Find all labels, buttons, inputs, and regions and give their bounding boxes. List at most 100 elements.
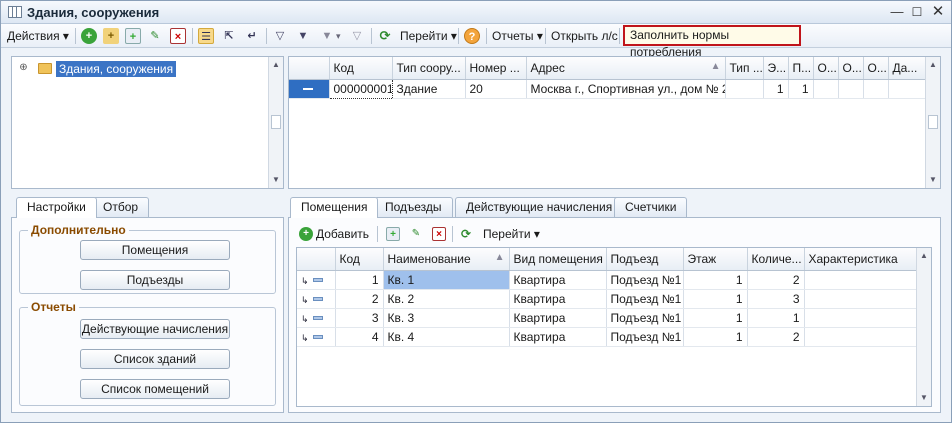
tab-settings[interactable]: Настройки bbox=[16, 197, 97, 218]
refresh-icon[interactable]: ⟳ bbox=[459, 227, 473, 241]
cell-code[interactable]: 2 bbox=[335, 289, 384, 309]
cell-count[interactable]: 1 bbox=[747, 308, 805, 328]
cell-empty[interactable] bbox=[813, 79, 839, 99]
scroll-up-arrow[interactable]: ▲ bbox=[917, 249, 931, 263]
fill-consumption-norms-button[interactable]: Заполнить нормы потребления bbox=[623, 25, 801, 59]
cell-count[interactable]: 3 bbox=[747, 289, 805, 309]
row-marker[interactable]: ↳ bbox=[297, 327, 336, 347]
add-icon[interactable]: + bbox=[299, 227, 313, 241]
rooms-list-button[interactable]: Список помещений bbox=[80, 379, 230, 399]
table-row[interactable]: ↳ 1 Кв. 1 Квартира Подъезд №1 1 2 bbox=[297, 269, 918, 290]
cell-floor[interactable]: 1 bbox=[683, 308, 748, 328]
hierarchy-view-icon[interactable]: ☰ bbox=[198, 28, 214, 44]
tab-filter[interactable]: Отбор bbox=[92, 197, 150, 217]
cell-empty[interactable] bbox=[888, 79, 926, 99]
cell-characteristic[interactable] bbox=[804, 270, 918, 290]
cell-code[interactable]: 4 bbox=[335, 327, 384, 347]
cell-number[interactable]: 20 bbox=[465, 79, 527, 99]
column-header[interactable]: Адрес ▲ bbox=[526, 57, 726, 80]
filter-icon[interactable]: ▽ bbox=[272, 28, 288, 44]
column-header[interactable]: О... bbox=[863, 57, 889, 80]
row-selected-marker[interactable] bbox=[289, 79, 330, 99]
column-header[interactable]: Да... bbox=[888, 57, 926, 80]
buildings-scrollbar[interactable]: ▲ ▼ bbox=[925, 57, 940, 188]
column-header[interactable]: Код bbox=[335, 248, 384, 271]
cell-characteristic[interactable] bbox=[804, 289, 918, 309]
cell-floor[interactable]: 1 bbox=[683, 270, 748, 290]
column-header[interactable]: Код bbox=[329, 57, 393, 80]
scroll-down-arrow[interactable]: ▼ bbox=[926, 173, 940, 187]
buildings-list-button[interactable]: Список зданий bbox=[80, 349, 230, 369]
tab-meters[interactable]: Счетчики bbox=[614, 197, 688, 217]
scroll-thumb[interactable] bbox=[928, 115, 938, 129]
open-account-button[interactable]: Открыть л/с bbox=[551, 27, 618, 45]
cell-entrance[interactable]: Подъезд №1 bbox=[606, 289, 684, 309]
minimize-button[interactable]: — bbox=[888, 4, 906, 20]
cell-kind[interactable]: Квартира bbox=[509, 289, 607, 309]
cell-count[interactable]: 2 bbox=[747, 327, 805, 347]
refresh-icon[interactable]: ⟳ bbox=[377, 28, 393, 44]
column-header[interactable]: Этаж bbox=[683, 248, 748, 271]
tab-entrances[interactable]: Подъезды bbox=[374, 197, 453, 217]
row-marker[interactable]: ↳ bbox=[297, 270, 336, 290]
cell-entrance[interactable]: Подъезд №1 bbox=[606, 327, 684, 347]
cell-count[interactable]: 2 bbox=[747, 270, 805, 290]
cell-entrance[interactable]: Подъезд №1 bbox=[606, 270, 684, 290]
tab-rooms[interactable]: Помещения bbox=[290, 197, 379, 218]
cell-address[interactable]: Москва г., Спортивная ул., дом № 20 bbox=[526, 79, 726, 99]
help-icon[interactable]: ? bbox=[464, 28, 480, 44]
column-header[interactable]: Вид помещения bbox=[509, 248, 607, 271]
tree-scrollbar[interactable]: ▲ ▼ bbox=[268, 57, 283, 188]
rooms-button[interactable]: Помещения bbox=[80, 240, 230, 260]
tab-charges[interactable]: Действующие начисления bbox=[455, 197, 624, 217]
column-header[interactable]: Подъезд bbox=[606, 248, 684, 271]
row-marker[interactable]: ↳ bbox=[297, 308, 336, 328]
column-header[interactable]: О... bbox=[838, 57, 864, 80]
table-row[interactable]: ↳ 4 Кв. 4 Квартира Подъезд №1 1 2 bbox=[297, 327, 918, 347]
scroll-down-arrow[interactable]: ▼ bbox=[269, 173, 283, 187]
cell-floors[interactable]: 1 bbox=[763, 79, 789, 99]
cell-code[interactable]: 3 bbox=[335, 308, 384, 328]
delete-icon[interactable]: × bbox=[432, 227, 446, 241]
cell-type[interactable]: Здание bbox=[392, 79, 466, 99]
cell-kind[interactable]: Квартира bbox=[509, 327, 607, 347]
filter-list-icon[interactable]: ▼ bbox=[319, 28, 335, 44]
copy-icon[interactable]: + bbox=[125, 28, 141, 44]
edit-icon[interactable]: ✎ bbox=[147, 28, 163, 44]
chevron-down-icon[interactable]: ▾ bbox=[336, 27, 341, 45]
cell-name[interactable]: Кв. 4 bbox=[383, 327, 510, 347]
cell-floor[interactable]: 1 bbox=[683, 327, 748, 347]
buildings-tree[interactable]: ⊕ Здания, сооружения ▲ ▼ bbox=[11, 56, 284, 189]
column-header[interactable]: О... bbox=[813, 57, 839, 80]
column-header[interactable]: Характеристика bbox=[804, 248, 918, 271]
go-menu[interactable]: Перейти ▾ bbox=[400, 27, 457, 45]
rooms-scrollbar[interactable]: ▲ ▼ bbox=[916, 248, 931, 406]
copy-icon[interactable]: + bbox=[386, 227, 400, 241]
table-row[interactable]: ↳ 2 Кв. 2 Квартира Подъезд №1 1 3 bbox=[297, 289, 918, 309]
cell-empty[interactable] bbox=[838, 79, 864, 99]
cell-name[interactable]: Кв. 3 bbox=[383, 308, 510, 328]
actions-menu[interactable]: Действия ▾ bbox=[7, 27, 69, 45]
cell-empty[interactable] bbox=[725, 79, 764, 99]
add-icon[interactable]: + bbox=[81, 28, 97, 44]
reports-menu[interactable]: Отчеты ▾ bbox=[492, 27, 543, 45]
cell-characteristic[interactable] bbox=[804, 308, 918, 328]
add-folder-icon[interactable]: + bbox=[103, 28, 119, 44]
row-marker[interactable]: ↳ bbox=[297, 289, 336, 309]
charges-report-button[interactable]: Действующие начисления bbox=[80, 319, 230, 339]
column-header[interactable]: Количе... bbox=[747, 248, 805, 271]
column-header[interactable]: Тип соору... bbox=[392, 57, 466, 80]
maximize-button[interactable]: ☐ bbox=[908, 4, 926, 20]
cell-empty[interactable] bbox=[863, 79, 889, 99]
table-row[interactable]: ↳ 3 Кв. 3 Квартира Подъезд №1 1 1 bbox=[297, 308, 918, 328]
filter-by-value-icon[interactable]: ▼ bbox=[295, 28, 311, 44]
move-to-group-icon[interactable]: ↵ bbox=[244, 28, 260, 44]
column-header[interactable]: Наименование ▲ bbox=[383, 248, 510, 271]
expand-icon[interactable]: ⊕ bbox=[18, 63, 29, 74]
cell-code[interactable]: 000000001 bbox=[328, 78, 393, 99]
column-header[interactable]: Тип ... bbox=[725, 57, 764, 80]
column-header[interactable]: П... bbox=[788, 57, 814, 80]
cell-characteristic[interactable] bbox=[804, 327, 918, 347]
cell-entrances[interactable]: 1 bbox=[788, 79, 814, 99]
cell-entrance[interactable]: Подъезд №1 bbox=[606, 308, 684, 328]
